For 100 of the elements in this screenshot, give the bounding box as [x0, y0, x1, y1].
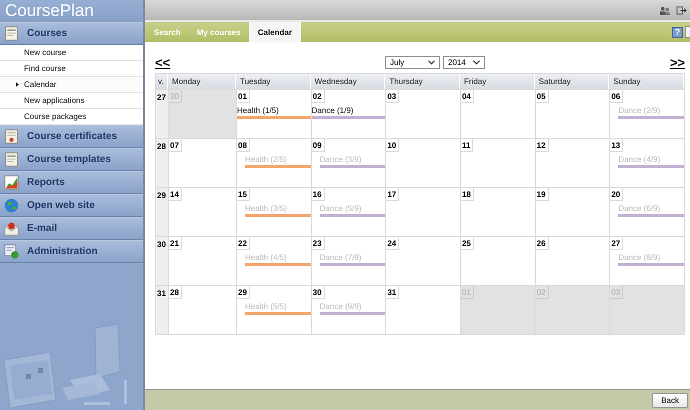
day-number: 30	[312, 286, 325, 299]
day-number: 03	[386, 90, 400, 103]
day-cell[interactable]: 11	[460, 138, 535, 187]
day-number: 26	[536, 237, 549, 250]
sidebar-section[interactable]: E-mail	[0, 217, 143, 240]
day-number: 29	[237, 286, 250, 299]
day-cell[interactable]: 09 Dance (3/9)	[310, 138, 386, 187]
day-cell[interactable]: 08 Health (2/5)	[236, 138, 311, 187]
day-number: 09	[312, 139, 325, 152]
day-cell[interactable]: 22 Health (4/5)	[236, 236, 311, 285]
section-label: Course templates	[27, 154, 111, 165]
day-cell[interactable]: 07	[168, 138, 236, 187]
day-number: 04	[460, 90, 474, 103]
sidebar-item[interactable]: New course	[0, 45, 143, 61]
column-header: Sunday	[609, 74, 684, 89]
day-cell[interactable]: 05	[534, 89, 610, 138]
day-number: 01	[237, 90, 250, 103]
day-cell[interactable]: 13 Dance (4/9)	[609, 138, 684, 187]
day-number: 07	[169, 139, 182, 152]
week-number: 28	[156, 138, 168, 187]
week-number: 27	[156, 89, 168, 138]
month-dropdown[interactable]: July	[385, 56, 440, 68]
day-cell[interactable]: 06 Dance (2/9)	[609, 89, 684, 138]
sidebar-section[interactable]: Course templates	[0, 148, 143, 171]
day-cell[interactable]: 23 Dance (7/9)	[310, 236, 386, 285]
day-cell[interactable]: 27 Dance (8/9)	[609, 236, 684, 285]
day-number: 31	[386, 286, 400, 299]
day-number: 25	[460, 237, 474, 250]
week-number: 29	[156, 187, 168, 236]
day-cell[interactable]: 21	[168, 236, 236, 285]
day-number: 11	[460, 139, 474, 152]
section-label: Courses	[27, 28, 68, 39]
day-cell[interactable]: 01 Health (1/5)	[236, 89, 311, 138]
day-number: 12	[536, 139, 549, 152]
day-cell[interactable]: 28	[168, 285, 236, 334]
day-number: 28	[169, 286, 182, 299]
sidebar-item[interactable]: Find course	[0, 61, 143, 77]
day-cell[interactable]: 02 Dance (1/9)	[310, 89, 386, 138]
day-cell[interactable]: 26	[534, 236, 610, 285]
section-label: Reports	[27, 177, 65, 188]
sidebar-section[interactable]: Reports	[0, 171, 143, 194]
day-cell[interactable]: 04	[460, 89, 535, 138]
day-number: 13	[610, 139, 624, 152]
day-number: 14	[169, 188, 182, 201]
day-number: 03	[610, 286, 624, 299]
day-cell[interactable]: 19	[534, 187, 610, 236]
sidebar-item[interactable]: New applications	[0, 93, 143, 109]
back-button[interactable]: Back	[652, 392, 688, 408]
day-number: 24	[386, 237, 400, 250]
day-number: 17	[386, 188, 400, 201]
sidebar-item[interactable]: Calendar	[0, 77, 143, 93]
day-cell[interactable]: 25	[460, 236, 535, 285]
day-cell[interactable]: 16 Dance (5/9)	[310, 187, 386, 236]
column-header: Monday	[168, 74, 236, 89]
day-cell[interactable]: 03	[385, 89, 460, 138]
day-number: 27	[610, 237, 624, 250]
tab[interactable]: Calendar	[248, 22, 301, 42]
day-number: 23	[312, 237, 325, 250]
sidebar-section[interactable]: Open web site	[0, 194, 143, 217]
week-number: 30	[156, 236, 168, 285]
day-number: 05	[536, 90, 549, 103]
sidebar-item[interactable]: Course packages	[0, 109, 143, 125]
event-label[interactable]: Health (1/5)	[237, 106, 279, 115]
day-cell[interactable]: 15 Health (3/5)	[236, 187, 311, 236]
section-label: E-mail	[27, 223, 58, 234]
day-cell[interactable]: 20 Dance (6/9)	[609, 187, 684, 236]
section-label: Course certificates	[27, 131, 118, 142]
day-number: 10	[386, 139, 400, 152]
day-cell[interactable]: 29 Health (5/5)	[236, 285, 311, 334]
column-header: Thursday	[385, 74, 460, 89]
next-month-link[interactable]: >>	[670, 56, 685, 68]
sidebar-section[interactable]: Courses	[0, 22, 143, 45]
column-header: v.	[156, 74, 168, 89]
day-cell[interactable]: 30 Dance (9/9)	[310, 285, 386, 334]
day-number: 20	[610, 188, 624, 201]
sidebar-section[interactable]: Course certificates	[0, 125, 143, 148]
week-number: 31	[156, 285, 168, 334]
day-cell[interactable]: 24	[385, 236, 460, 285]
event-label[interactable]: Dance (1/9)	[312, 106, 354, 115]
day-cell[interactable]: 12	[534, 138, 610, 187]
day-number: 01	[460, 286, 474, 299]
day-cell[interactable]: 14	[168, 187, 236, 236]
day-cell[interactable]: 31	[385, 285, 460, 334]
section-label: Open web site	[27, 200, 95, 211]
day-cell[interactable]: 18	[460, 187, 535, 236]
day-number: 22	[237, 237, 250, 250]
day-number: 30	[169, 90, 182, 103]
column-header: Saturday	[534, 74, 610, 89]
day-cell[interactable]: 17	[385, 187, 460, 236]
section-label: Administration	[27, 246, 98, 257]
sidebar-section[interactable]: Administration	[0, 240, 143, 263]
day-number: 19	[536, 188, 549, 201]
day-number: 18	[460, 188, 474, 201]
app-title: CoursePlan	[0, 0, 143, 22]
column-header: Friday	[460, 74, 535, 89]
column-header: Tuesday	[236, 74, 311, 89]
day-cell[interactable]: 10	[385, 138, 460, 187]
previous-month-link[interactable]: <<	[155, 56, 170, 68]
day-number: 16	[312, 188, 325, 201]
year-dropdown[interactable]: 2014	[443, 56, 485, 68]
